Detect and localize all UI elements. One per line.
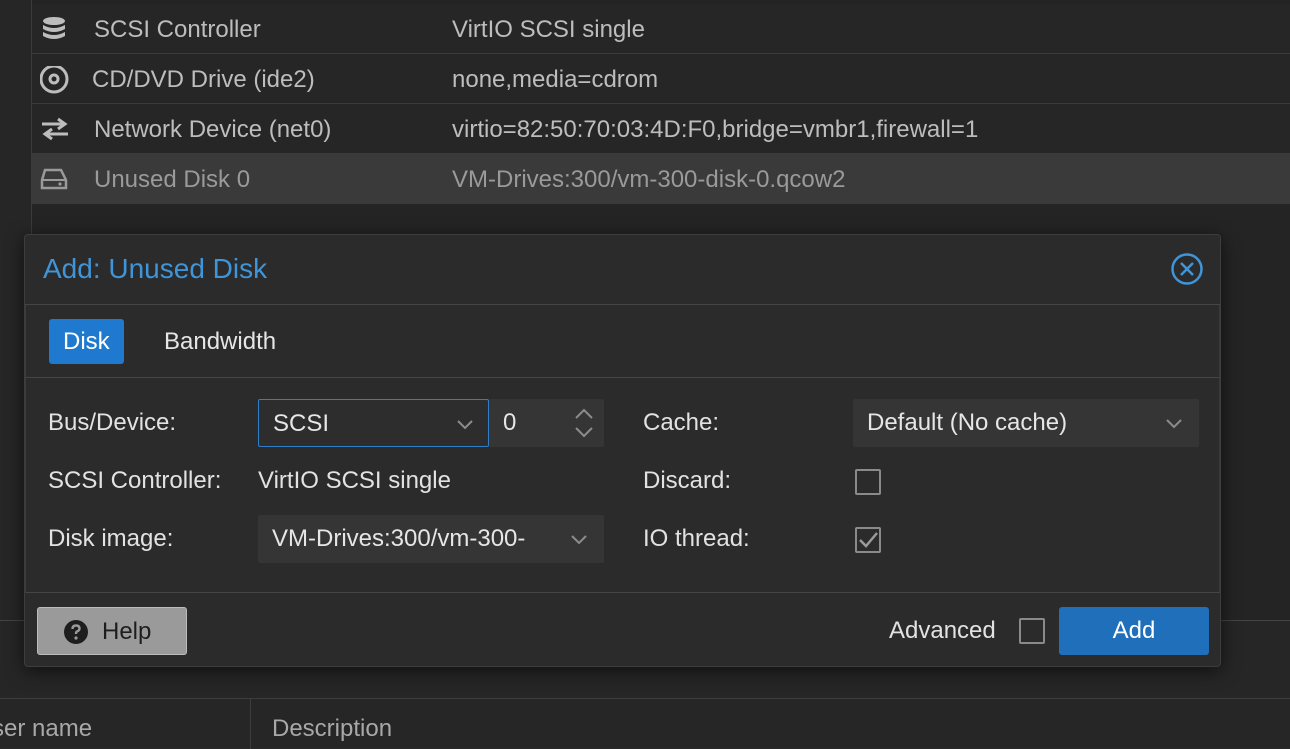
dialog-footer: Help Advanced Add	[25, 593, 1220, 668]
tab-bar: Disk Bandwidth	[25, 305, 1220, 378]
hardware-value: none,media=cdrom	[452, 66, 659, 93]
device-number-value: 0	[503, 409, 517, 436]
dialog-header: Add: Unused Disk	[25, 235, 1220, 305]
column-header-username[interactable]: ser name	[0, 715, 242, 743]
add-button[interactable]: Add	[1059, 607, 1209, 655]
cdrom-icon	[39, 64, 70, 94]
device-number-stepper[interactable]: 0	[489, 399, 604, 447]
add-unused-disk-dialog: Add: Unused Disk Disk Bandwidth Bus/Devi…	[24, 234, 1221, 667]
hardware-row-scsi-controller[interactable]: SCSI Controller VirtIO SCSI single	[32, 4, 1290, 54]
network-arrows-icon	[40, 116, 70, 142]
bus-device-label: Bus/Device:	[48, 409, 177, 436]
cache-select[interactable]: Default (No cache)	[853, 399, 1199, 447]
spinner-arrows-icon[interactable]	[571, 403, 597, 443]
hardware-row-cdrom[interactable]: CD/DVD Drive (ide2) none,media=cdrom	[32, 54, 1290, 104]
question-circle-icon	[63, 619, 89, 645]
hardware-name: Unused Disk 0	[94, 166, 251, 193]
checkmark-icon	[859, 532, 878, 548]
disk-image-label: Disk image:	[48, 525, 174, 552]
database-icon	[40, 16, 70, 42]
bus-select[interactable]: SCSI	[258, 399, 489, 447]
advanced-label: Advanced	[889, 617, 996, 644]
io-thread-checkbox[interactable]	[855, 527, 881, 553]
advanced-checkbox[interactable]	[1019, 618, 1045, 644]
disk-form: Bus/Device: SCSI 0 SCSI Controller: Virt…	[25, 378, 1220, 593]
tab-disk[interactable]: Disk	[49, 319, 124, 364]
column-separator[interactable]	[250, 699, 251, 749]
io-thread-label: IO thread:	[643, 525, 750, 552]
bus-select-value: SCSI	[273, 410, 330, 437]
chevron-down-icon[interactable]	[1162, 411, 1186, 435]
chevron-down-icon[interactable]	[453, 412, 477, 436]
help-button[interactable]: Help	[37, 607, 187, 655]
discard-label: Discard:	[643, 467, 732, 494]
hardware-value: virtio=82:50:70:03:4D:F0,bridge=vmbr1,fi…	[452, 116, 979, 143]
hardware-name: Network Device (net0)	[94, 116, 332, 143]
disk-image-select[interactable]: VM-Drives:300/vm-300-	[258, 515, 604, 563]
hardware-value: VM-Drives:300/vm-300-disk-0.qcow2	[452, 166, 846, 193]
close-icon[interactable]	[1170, 252, 1204, 286]
column-header-description[interactable]: Description	[272, 715, 392, 743]
tab-bandwidth[interactable]: Bandwidth	[150, 319, 290, 364]
hardware-name: CD/DVD Drive (ide2)	[92, 66, 315, 93]
hardware-name: SCSI Controller	[94, 16, 261, 43]
hardware-row-network[interactable]: Network Device (net0) virtio=82:50:70:03…	[32, 104, 1290, 154]
cache-label: Cache:	[643, 409, 720, 436]
bottom-table-header: ser name Description	[0, 698, 1290, 749]
scsi-controller-value: VirtIO SCSI single	[258, 467, 451, 494]
hardware-value: VirtIO SCSI single	[452, 16, 645, 43]
cache-value: Default (No cache)	[867, 409, 1068, 436]
hardware-row-unused-disk[interactable]: Unused Disk 0 VM-Drives:300/vm-300-disk-…	[32, 154, 1290, 204]
help-button-label: Help	[102, 618, 152, 645]
hard-drive-icon	[40, 166, 70, 192]
dialog-title: Add: Unused Disk	[43, 253, 268, 284]
scsi-controller-label: SCSI Controller:	[48, 467, 222, 494]
chevron-down-icon[interactable]	[567, 527, 591, 551]
disk-image-value: VM-Drives:300/vm-300-	[272, 525, 526, 552]
add-button-label: Add	[1112, 617, 1156, 644]
discard-checkbox[interactable]	[855, 469, 881, 495]
